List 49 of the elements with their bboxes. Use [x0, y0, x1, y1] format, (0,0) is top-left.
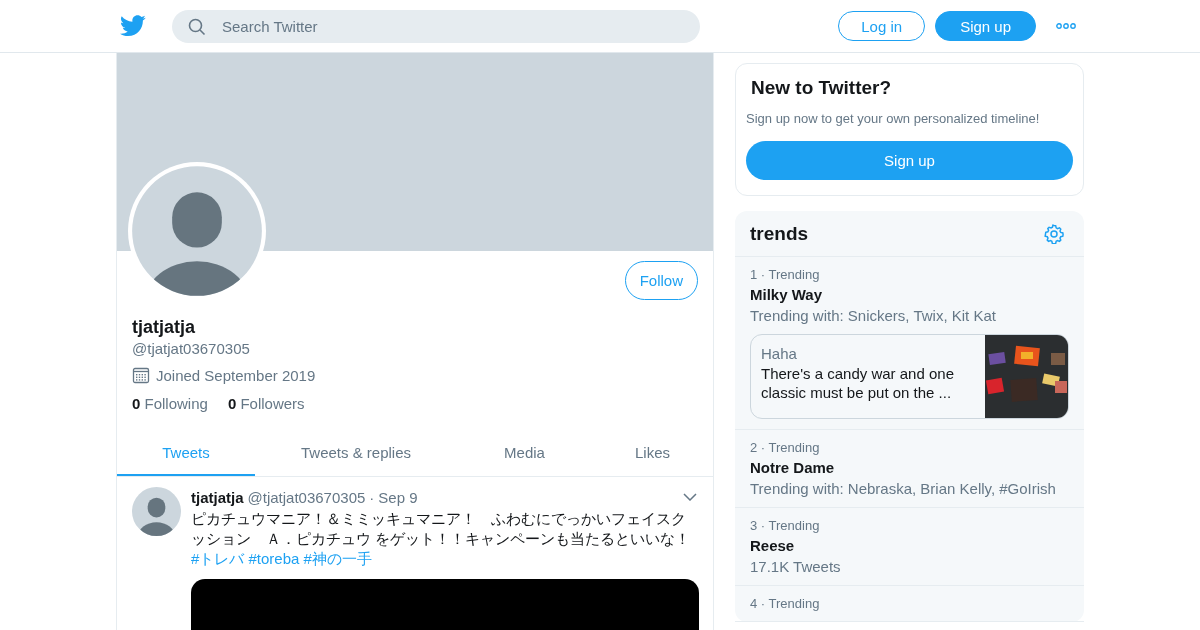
trend-detail: Trending with: Nebraska, Brian Kelly, #GoIrish [750, 480, 1057, 497]
follow-stat[interactable]: 0 Followers [227, 395, 305, 412]
separator-dot: · [369, 488, 375, 506]
trends-title: trends [750, 222, 809, 245]
profile-tab[interactable]: Tweets & replies [255, 430, 457, 476]
login-button[interactable]: Log in [838, 11, 926, 41]
card-subtitle: Sign up now to get your own personalized timeline! [746, 111, 1041, 126]
profile-handle: @tjatjat03670305 [132, 340, 251, 357]
trend-name: Milky Way [750, 286, 823, 303]
card-title: New to Twitter? [751, 76, 892, 99]
joined-date: Joined September 2019 [156, 366, 316, 384]
trend-item[interactable]: 1 · Trending Milky Way Trending with: Snickers, Twix, Kit Kat Haha There's a candy war and one classic must be put on the ... [735, 257, 1084, 430]
trend-name: Reese [750, 537, 796, 554]
trend-rank: 1 · Trending [750, 267, 821, 282]
profile-tab[interactable]: Media [457, 430, 592, 476]
hashtag-link[interactable]: #toreba [248, 550, 300, 567]
settings-icon[interactable] [1044, 223, 1064, 244]
profile-tab[interactable]: Tweets [117, 430, 255, 476]
follow-stat[interactable]: 0 Following [132, 395, 208, 412]
profile-name: tjatjatja [132, 317, 196, 338]
trend-rank: 2 · Trending [750, 440, 821, 455]
bird-logo-icon[interactable] [120, 15, 146, 37]
signup-button[interactable]: Sign up [935, 11, 1036, 41]
profile-tab[interactable]: Likes [592, 430, 713, 476]
news-source: Haha [761, 345, 798, 362]
trend-rank: 4 · Trending [750, 596, 821, 611]
search-icon [188, 17, 206, 36]
trend-rank: 3 · Trending [750, 518, 821, 533]
follow-button[interactable]: Follow [624, 261, 698, 300]
signup-button[interactable]: Sign up [746, 141, 1073, 180]
hashtag-link[interactable]: #トレバ [191, 550, 245, 567]
trend-detail: Trending with: Snickers, Twix, Kit Kat [750, 307, 997, 324]
trend-item[interactable]: 2 · Trending Notre Dame Trending with: Nebraska, Brian Kelly, #GoIrish [735, 430, 1084, 508]
search-field[interactable]: Search Twitter [172, 9, 700, 43]
tweet-author: tjatjatja [191, 488, 244, 506]
calendar-icon [132, 366, 150, 384]
hashtag-link[interactable]: #神の一手 [303, 550, 372, 567]
more-icon[interactable] [1056, 23, 1076, 29]
news-text: There's a candy war and one classic must be put on the ... [761, 364, 955, 402]
trend-detail: 17.1K Tweets [750, 558, 842, 575]
news-card[interactable]: Haha There's a candy war and one classic must be put on the ... [750, 334, 1069, 419]
tweet-time[interactable]: Sep 9 [378, 488, 418, 506]
tweet-avatar[interactable] [132, 487, 181, 536]
chevron-down-icon[interactable] [683, 493, 697, 501]
tweet-handle: @tjatjat03670305 [247, 488, 366, 506]
trend-name: Notre Dame [750, 459, 836, 476]
trend-item[interactable]: 3 · Trending Reese 17.1K Tweets [735, 508, 1084, 586]
trend-item[interactable]: 4 · Trending [735, 586, 1084, 622]
tweet-text: ピカチュウマニア！＆ミミッキュマニア！ ふわむにでっかいフェイスクッション Ａ．ピカチュウ をゲット！！キャンペーンも当たるといいな！ #トレバ #toreba #神の一手 [191, 509, 692, 569]
